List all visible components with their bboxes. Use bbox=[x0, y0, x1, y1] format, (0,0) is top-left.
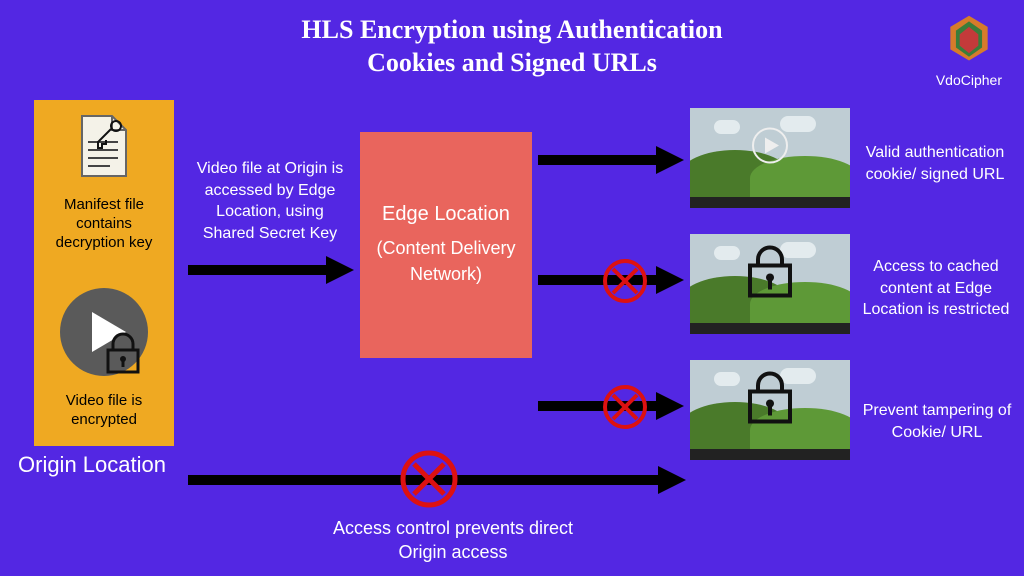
title-line-1: HLS Encryption using Authentication bbox=[301, 15, 722, 44]
origin-to-edge-caption: Video file at Origin is accessed by Edge… bbox=[190, 158, 350, 244]
brand-name: VdoCipher bbox=[936, 72, 1002, 88]
brand-block: VdoCipher bbox=[936, 12, 1002, 88]
diagram-title: HLS Encryption using Authentication Cook… bbox=[0, 14, 1024, 79]
brand-logo-icon bbox=[941, 12, 997, 68]
manifest-file-icon bbox=[78, 112, 130, 180]
edge-subtitle: (Content Delivery Network) bbox=[372, 236, 520, 286]
origin-location-label: Origin Location bbox=[18, 452, 166, 478]
video-thumbnail-valid bbox=[690, 108, 850, 208]
restricted-access-caption: Access to cached content at Edge Locatio… bbox=[858, 256, 1014, 321]
arrow-edge-to-thumb1 bbox=[534, 142, 686, 178]
edge-location-box: Edge Location (Content Delivery Network) bbox=[360, 132, 532, 358]
prevent-tampering-caption: Prevent tampering of Cookie/ URL bbox=[862, 400, 1012, 443]
direct-origin-caption: Access control prevents direct Origin ac… bbox=[308, 516, 598, 565]
edge-title: Edge Location bbox=[382, 203, 510, 226]
arrow-origin-to-edge bbox=[184, 252, 356, 288]
encrypted-video-icon bbox=[58, 286, 150, 378]
lock-icon bbox=[744, 244, 796, 305]
lock-icon bbox=[744, 370, 796, 431]
valid-auth-caption: Valid authentication cookie/ signed URL bbox=[860, 142, 1010, 185]
block-icon bbox=[602, 384, 648, 430]
video-thumbnail-restricted bbox=[690, 234, 850, 334]
play-icon bbox=[752, 128, 788, 169]
title-line-2: Cookies and Signed URLs bbox=[367, 48, 657, 77]
manifest-caption: Manifest file contains decryption key bbox=[48, 196, 160, 252]
block-icon bbox=[400, 450, 458, 508]
block-icon bbox=[602, 258, 648, 304]
video-thumbnail-tamper bbox=[690, 360, 850, 460]
video-encrypted-caption: Video file is encrypted bbox=[50, 392, 158, 430]
